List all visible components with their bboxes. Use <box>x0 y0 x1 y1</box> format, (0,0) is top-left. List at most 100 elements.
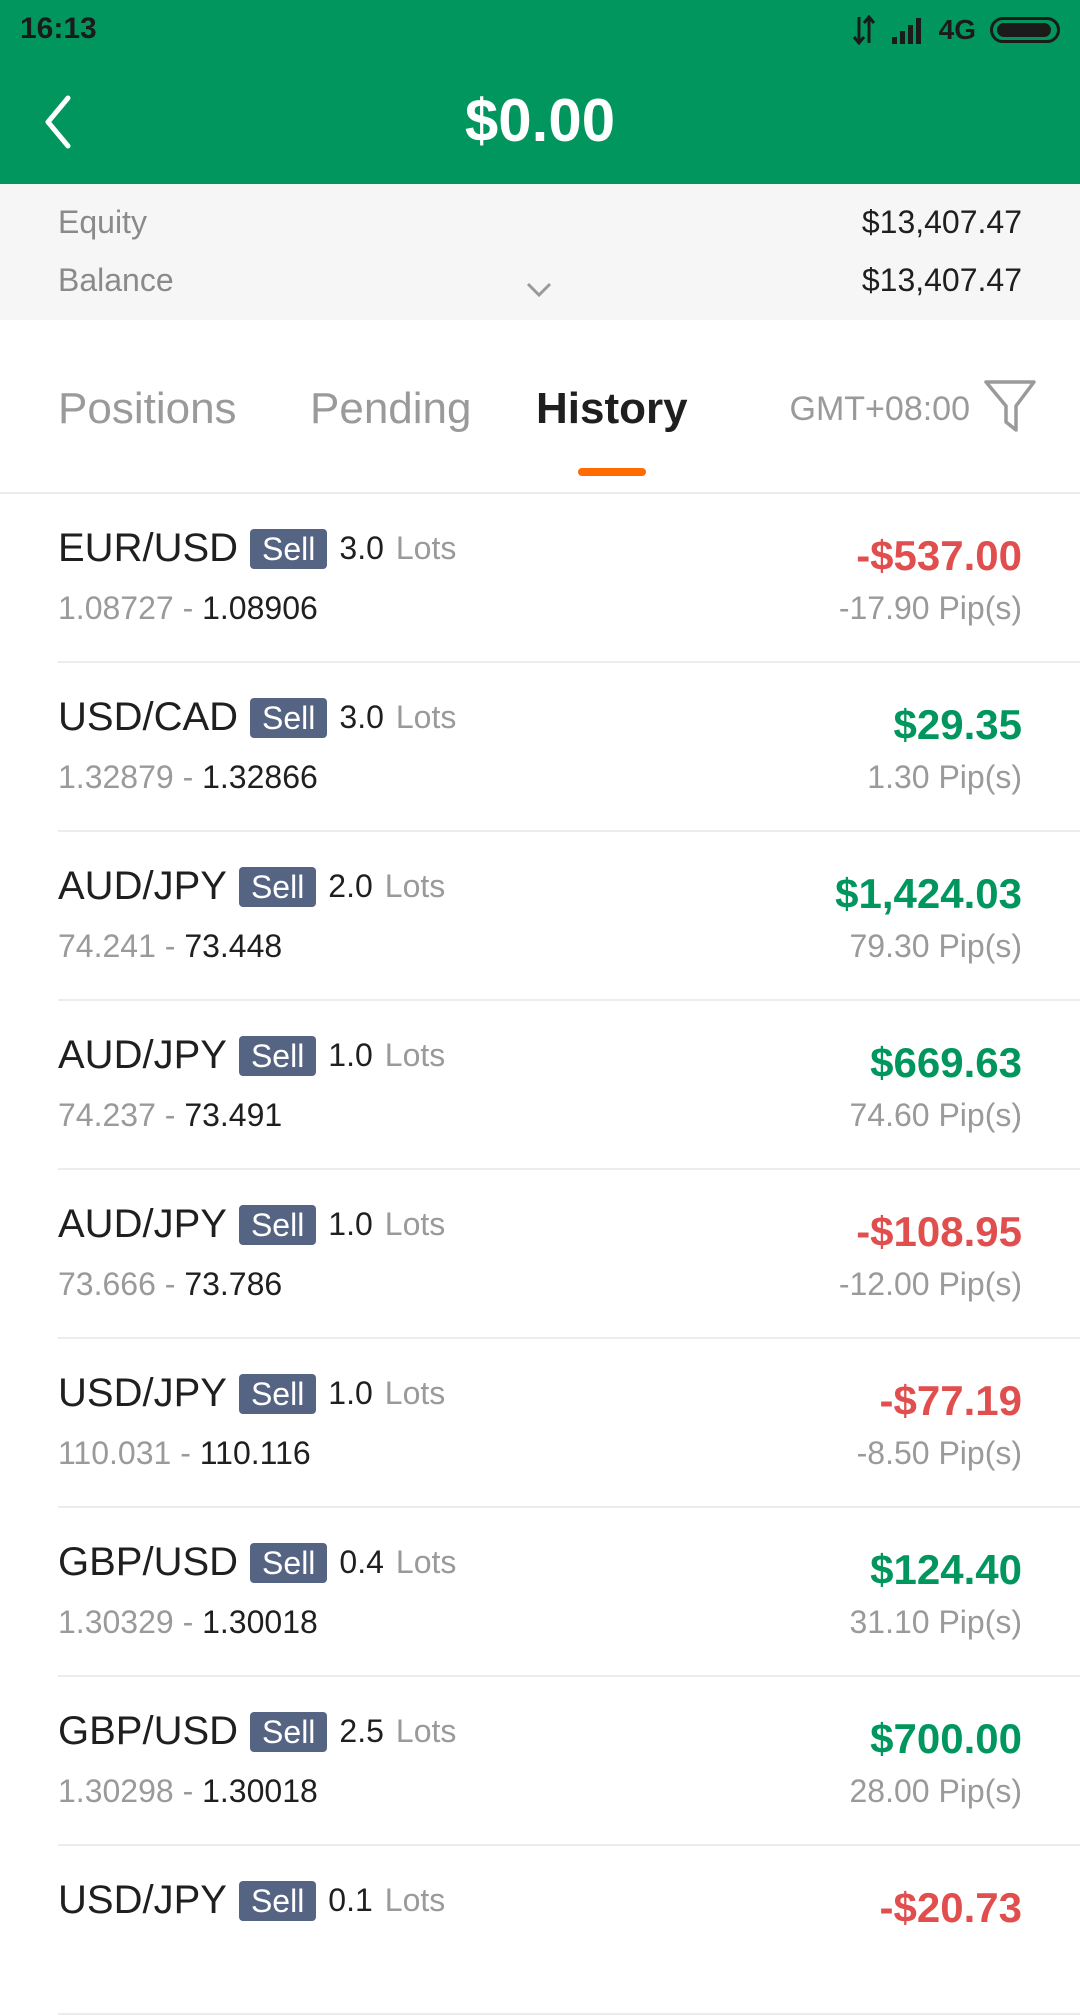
trade-lots: 2.0 <box>328 868 373 904</box>
battery-icon <box>990 17 1060 43</box>
lots-label: Lots <box>395 530 457 566</box>
open-price: 1.30329 <box>58 1604 174 1640</box>
trade-prices: 73.666 - 73.786 <box>58 1266 282 1303</box>
price-separator: - <box>173 590 203 626</box>
open-price: 1.32879 <box>58 759 174 795</box>
lots-label: Lots <box>384 1206 446 1242</box>
trade-symbol: AUD/JPY <box>58 1033 227 1077</box>
trade-row[interactable]: USD/JPY Sell 0.1 Lots -$20.73 <box>58 1846 1080 2015</box>
trade-lots: 0.1 <box>328 1882 373 1918</box>
timezone-selector[interactable]: GMT+08:00 <box>790 390 970 429</box>
price-separator: - <box>173 1604 203 1640</box>
trade-pnl: $700.00 <box>870 1715 1022 1762</box>
trade-pnl: -$108.95 <box>856 1208 1022 1255</box>
trade-lots: 2.5 <box>339 1713 384 1749</box>
status-icons: 4G <box>851 14 1060 46</box>
trade-pnl: -$77.19 <box>879 1377 1022 1424</box>
side-badge: Sell <box>250 697 328 738</box>
trade-row[interactable]: AUD/JPY Sell 1.0 Lots 73.666 - 73.786 -$… <box>58 1170 1080 1339</box>
close-price: 110.116 <box>199 1435 311 1471</box>
trade-line1: GBP/USD Sell 0.4 Lots <box>58 1540 456 1585</box>
close-price: 73.491 <box>184 1097 283 1133</box>
trade-pnl: -$537.00 <box>856 532 1022 579</box>
account-summary: Equity $13,407.47 Balance $13,407.47 <box>0 184 1080 320</box>
trade-lots: 1.0 <box>328 1206 373 1242</box>
side-badge: Sell <box>238 1204 317 1245</box>
trade-pips: 79.30 Pip(s) <box>849 928 1022 964</box>
trade-line1: EUR/USD Sell 3.0 Lots <box>58 526 456 571</box>
trade-pips: 28.00 Pip(s) <box>849 1773 1022 1809</box>
tab-positions[interactable]: Positions <box>58 384 237 434</box>
lots-label: Lots <box>395 1544 457 1580</box>
open-price: 74.241 <box>58 928 156 964</box>
trade-row[interactable]: USD/CAD Sell 3.0 Lots 1.32879 - 1.32866 … <box>58 663 1080 832</box>
trade-row[interactable]: AUD/JPY Sell 1.0 Lots 74.237 - 73.491 $6… <box>58 1001 1080 1170</box>
balance-label: Balance <box>58 262 174 298</box>
trade-row[interactable]: GBP/USD Sell 2.5 Lots 1.30298 - 1.30018 … <box>58 1677 1080 1846</box>
close-price: 73.786 <box>184 1266 283 1302</box>
chevron-down-icon[interactable] <box>526 280 552 300</box>
trade-pnl: $124.40 <box>870 1546 1022 1593</box>
trade-prices: 1.30298 - 1.30018 <box>58 1773 318 1810</box>
data-arrows-icon <box>852 15 875 45</box>
trade-symbol: GBP/USD <box>58 1709 239 1753</box>
price-separator: - <box>173 759 203 795</box>
price-separator: - <box>173 1773 203 1809</box>
trade-row[interactable]: GBP/USD Sell 0.4 Lots 1.30329 - 1.30018 … <box>58 1508 1080 1677</box>
trade-lots: 3.0 <box>339 699 384 735</box>
side-badge: Sell <box>238 866 317 907</box>
active-tab-indicator <box>578 468 646 476</box>
trade-pips: -17.90 Pip(s) <box>838 590 1022 626</box>
filter-icon[interactable] <box>982 376 1038 436</box>
price-separator: - <box>155 1097 185 1133</box>
signal-icon <box>891 18 921 44</box>
page-title: $0.00 <box>464 87 616 154</box>
side-badge: Sell <box>250 528 328 569</box>
side-badge: Sell <box>238 1373 317 1414</box>
lots-label: Lots <box>384 1882 446 1918</box>
trade-symbol: GBP/USD <box>58 1540 239 1584</box>
trade-prices: 1.30329 - 1.30018 <box>58 1604 318 1641</box>
trade-line1: AUD/JPY Sell 1.0 Lots <box>58 1033 445 1078</box>
trade-pnl: $1,424.03 <box>835 870 1022 917</box>
trade-row[interactable]: EUR/USD Sell 3.0 Lots 1.08727 - 1.08906 … <box>58 494 1080 663</box>
lots-label: Lots <box>384 1375 446 1411</box>
side-badge: Sell <box>250 1542 328 1583</box>
trade-prices: 74.237 - 73.491 <box>58 1097 282 1134</box>
trade-pips: -12.00 Pip(s) <box>838 1266 1022 1302</box>
app-header: 16:13 4G $0.00 <box>0 0 1080 184</box>
trade-pips: -8.50 Pip(s) <box>856 1435 1022 1471</box>
lots-label: Lots <box>384 1037 446 1073</box>
trade-line1: AUD/JPY Sell 2.0 Lots <box>58 864 445 909</box>
equity-value: $13,407.47 <box>861 204 1022 240</box>
trade-row[interactable]: USD/JPY Sell 1.0 Lots 110.031 - 110.116 … <box>58 1339 1080 1508</box>
trade-symbol: USD/CAD <box>58 695 239 739</box>
trade-pnl: $669.63 <box>870 1039 1022 1086</box>
lots-label: Lots <box>395 1713 457 1749</box>
side-badge: Sell <box>238 1880 317 1921</box>
trade-pips: 1.30 Pip(s) <box>867 759 1022 795</box>
tab-history[interactable]: History <box>536 384 688 434</box>
trade-line1: AUD/JPY Sell 1.0 Lots <box>58 1202 445 1247</box>
close-price: 1.30018 <box>202 1773 318 1809</box>
trade-lots: 0.4 <box>339 1544 384 1580</box>
side-badge: Sell <box>238 1035 317 1076</box>
tab-pending[interactable]: Pending <box>310 384 471 434</box>
trade-row[interactable]: AUD/JPY Sell 2.0 Lots 74.241 - 73.448 $1… <box>58 832 1080 1001</box>
trade-prices: 1.08727 - 1.08906 <box>58 590 318 627</box>
trade-pnl: -$20.73 <box>879 1884 1022 1931</box>
balance-value: $13,407.47 <box>861 262 1022 298</box>
lots-label: Lots <box>384 868 446 904</box>
trade-symbol: USD/JPY <box>58 1371 227 1415</box>
trade-symbol: AUD/JPY <box>58 864 227 908</box>
trade-line1: USD/CAD Sell 3.0 Lots <box>58 695 456 740</box>
equity-label: Equity <box>58 204 147 240</box>
price-separator: - <box>155 1266 185 1302</box>
trade-lots: 1.0 <box>328 1037 373 1073</box>
trade-symbol: USD/JPY <box>58 1878 227 1922</box>
lots-label: Lots <box>395 699 457 735</box>
equity-row: Equity $13,407.47 <box>58 204 1022 244</box>
price-separator: - <box>171 1435 200 1471</box>
open-price: 1.08727 <box>58 590 174 626</box>
tab-bar: Positions Pending History GMT+08:00 <box>0 320 1080 494</box>
